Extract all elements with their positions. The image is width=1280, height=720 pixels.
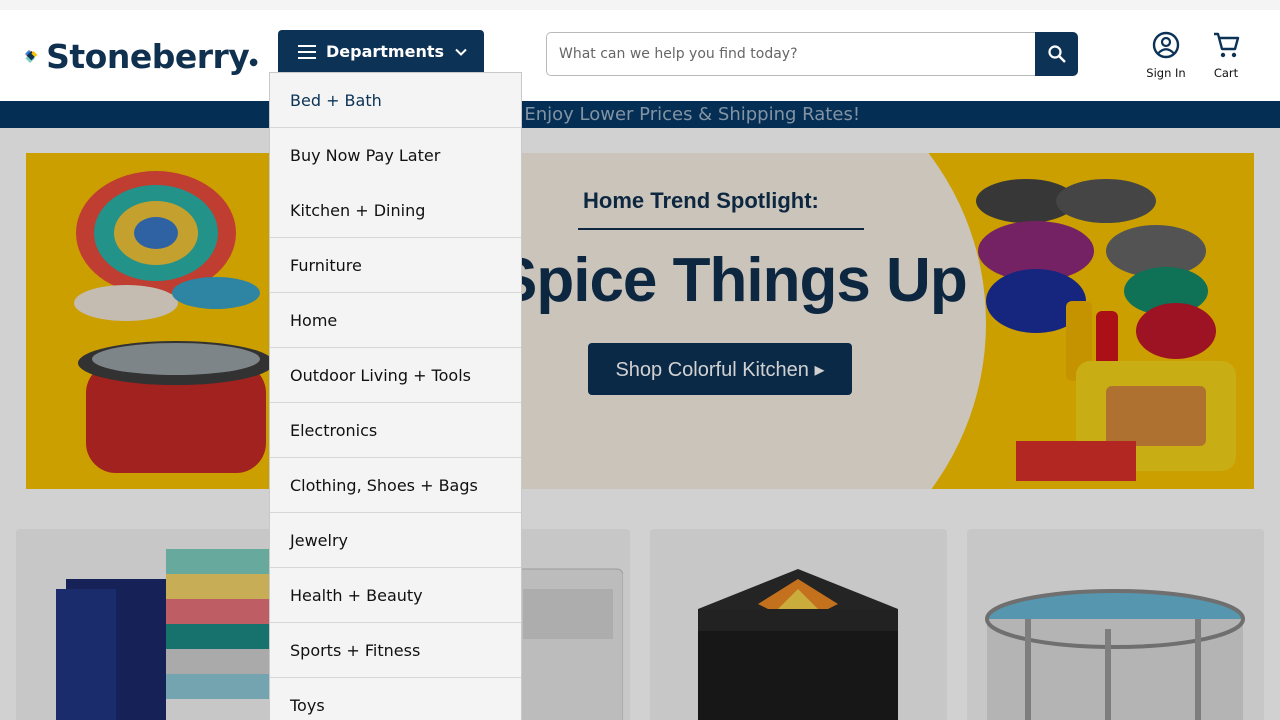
menu-item-sports-fitness[interactable]: Sports + Fitness	[270, 623, 521, 678]
search-icon	[1047, 45, 1066, 63]
account-icon	[1152, 31, 1180, 59]
departments-button[interactable]: Departments	[278, 30, 484, 73]
menu-item-kitchen-dining[interactable]: Kitchen + Dining	[270, 183, 521, 238]
logo-wordmark: Stoneberry	[46, 36, 250, 76]
menu-item-jewelry[interactable]: Jewelry	[270, 513, 521, 568]
menu-item-clothing-shoes-bags[interactable]: Clothing, Shoes + Bags	[270, 458, 521, 513]
sign-in-link[interactable]: Sign In	[1136, 30, 1196, 80]
search-button[interactable]	[1035, 32, 1078, 76]
menu-item-health-beauty[interactable]: Health + Beauty	[270, 568, 521, 623]
top-strip	[0, 0, 1280, 10]
sign-in-label: Sign In	[1146, 66, 1186, 80]
menu-item-home[interactable]: Home	[270, 293, 521, 348]
search-bar	[546, 32, 1078, 76]
departments-label: Departments	[326, 42, 445, 61]
stoneberry-logo[interactable]: Stoneberry ●	[24, 34, 258, 78]
menu-item-bed-bath[interactable]: Bed + Bath	[270, 73, 521, 128]
hamburger-icon	[298, 44, 316, 59]
menu-item-outdoor-living-tools[interactable]: Outdoor Living + Tools	[270, 348, 521, 403]
logo-trademark-dot: ●	[249, 57, 258, 68]
menu-backdrop-overlay[interactable]	[0, 101, 1280, 720]
cart-icon	[1214, 32, 1240, 58]
search-input[interactable]	[546, 32, 1036, 76]
cart-link[interactable]: Cart	[1196, 30, 1256, 80]
menu-item-furniture[interactable]: Furniture	[270, 238, 521, 293]
menu-item-electronics[interactable]: Electronics	[270, 403, 521, 458]
menu-item-toys[interactable]: Toys	[270, 678, 521, 720]
departments-dropdown: Bed + Bath Buy Now Pay Later Kitchen + D…	[269, 72, 522, 720]
menu-item-buy-now-pay-later[interactable]: Buy Now Pay Later	[270, 128, 521, 183]
chevron-down-icon	[455, 48, 467, 56]
cart-label: Cart	[1213, 66, 1239, 80]
site-header: Stoneberry ● Departments Sign In	[0, 10, 1280, 101]
logo-mark-icon	[24, 49, 38, 64]
